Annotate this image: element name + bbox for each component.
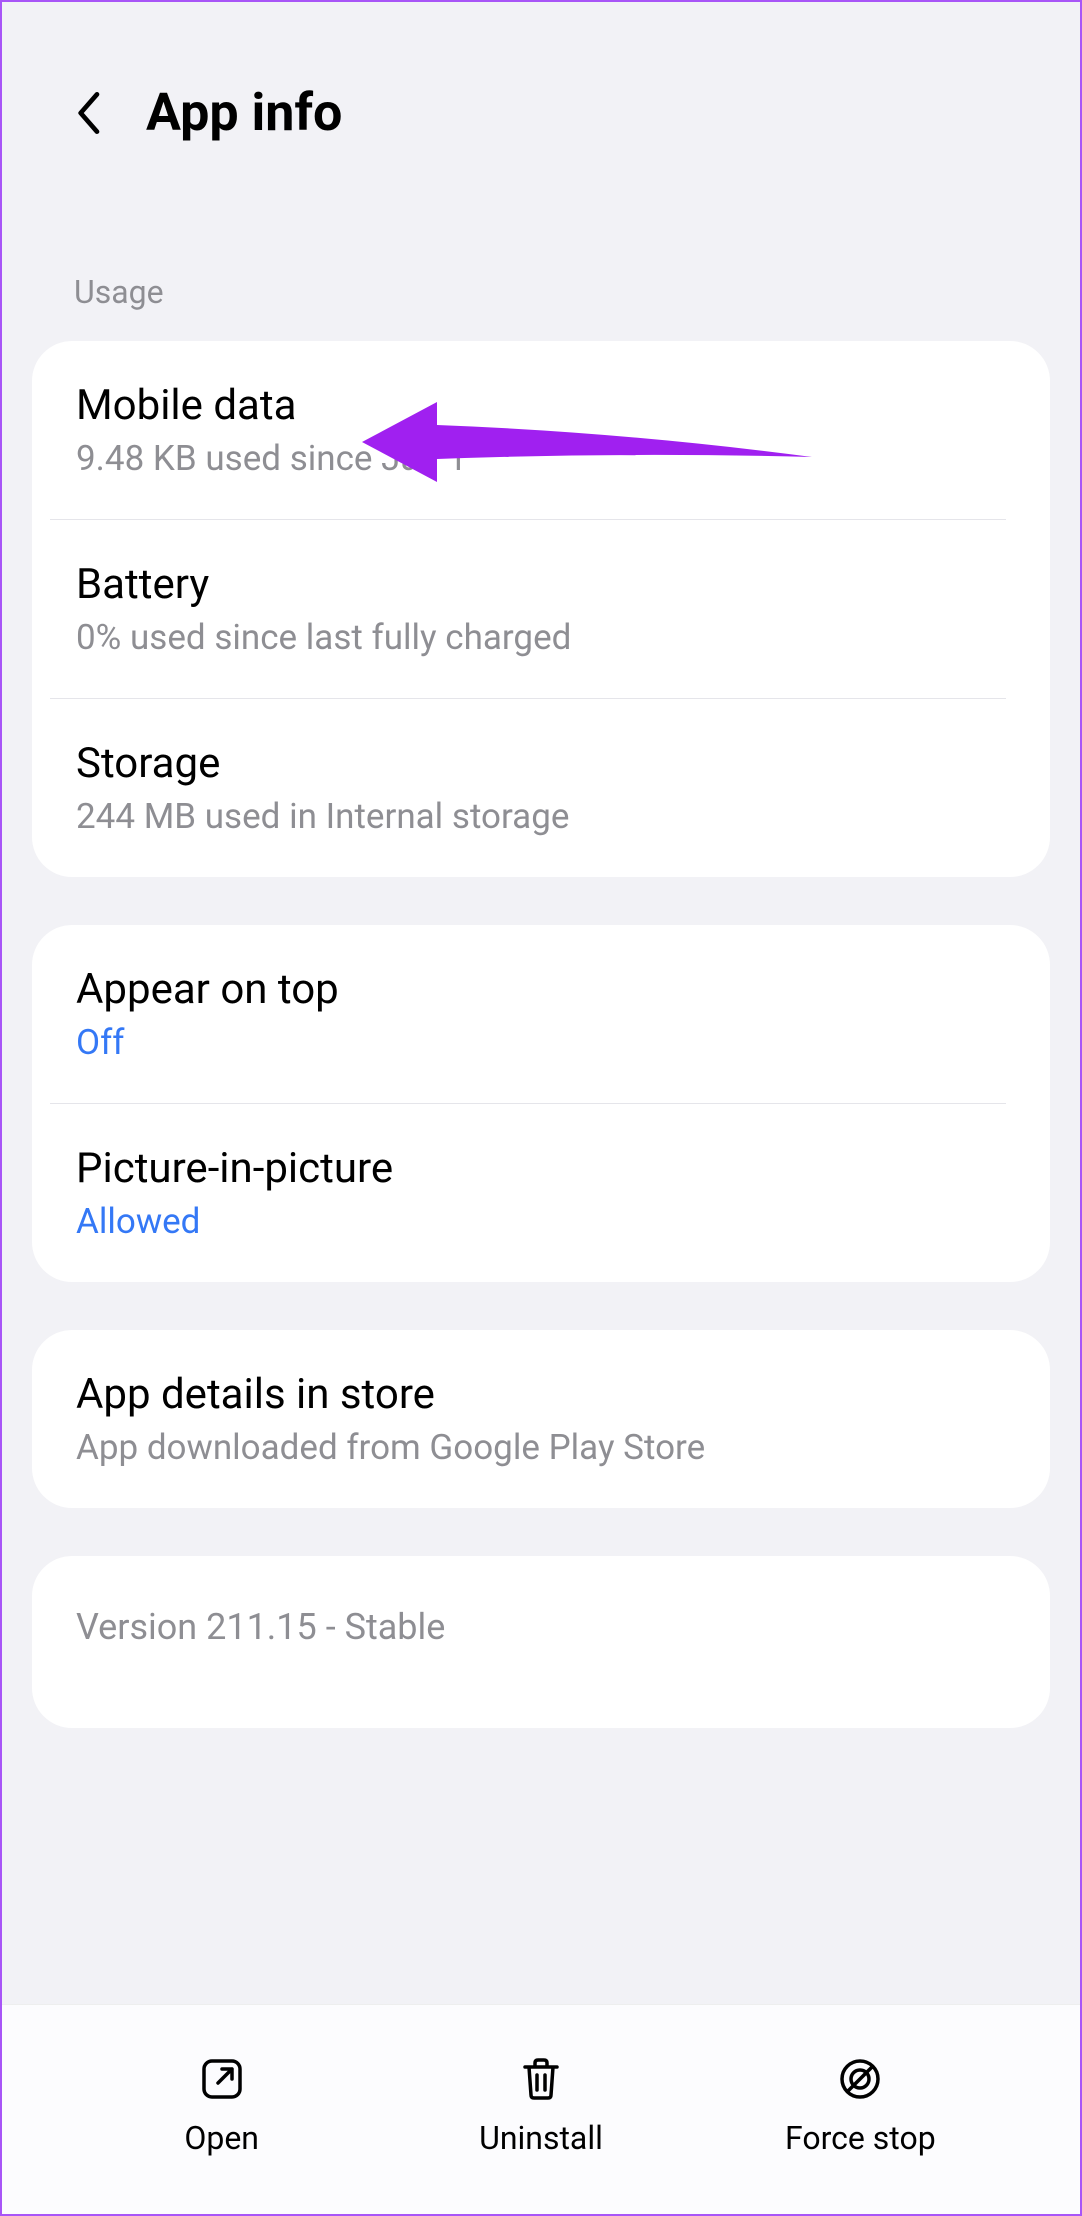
header: App info (2, 2, 1080, 183)
item-subtitle: 244 MB used in Internal storage (76, 796, 1006, 837)
version-text: Version 211.15 - Stable (76, 1606, 1006, 1648)
bottom-action-bar: Open Uninstall Force stop (2, 2004, 1080, 2214)
item-title: Battery (76, 560, 1006, 609)
store-card: App details in store App downloaded from… (32, 1330, 1050, 1508)
usage-card: Mobile data 9.48 KB used since Jan 1 Bat… (32, 341, 1050, 877)
app-details-store-item[interactable]: App details in store App downloaded from… (32, 1330, 1050, 1508)
section-label-usage: Usage (2, 183, 1080, 341)
item-status: Allowed (76, 1201, 1006, 1242)
appear-on-top-item[interactable]: Appear on top Off (32, 925, 1050, 1103)
item-title: Mobile data (76, 381, 1006, 430)
button-label: Force stop (785, 2119, 936, 2157)
trash-icon (515, 2053, 567, 2105)
item-title: App details in store (76, 1370, 1006, 1419)
uninstall-button[interactable]: Uninstall (451, 2053, 631, 2157)
battery-item[interactable]: Battery 0% used since last fully charged (32, 520, 1050, 698)
stop-icon (834, 2053, 886, 2105)
item-subtitle: 9.48 KB used since Jan 1 (76, 438, 1006, 479)
page-title: App info (146, 82, 342, 143)
storage-item[interactable]: Storage 244 MB used in Internal storage (32, 699, 1050, 877)
item-title: Appear on top (76, 965, 1006, 1014)
mobile-data-item[interactable]: Mobile data 9.48 KB used since Jan 1 (32, 341, 1050, 519)
back-button[interactable] (74, 89, 106, 137)
chevron-left-icon (76, 89, 104, 137)
item-title: Storage (76, 739, 1006, 788)
item-title: Picture-in-picture (76, 1144, 1006, 1193)
item-status: Off (76, 1022, 1006, 1063)
button-label: Open (184, 2119, 259, 2157)
button-label: Uninstall (479, 2119, 603, 2157)
permissions-card: Appear on top Off Picture-in-picture All… (32, 925, 1050, 1282)
item-subtitle: App downloaded from Google Play Store (76, 1427, 1006, 1468)
force-stop-button[interactable]: Force stop (770, 2053, 950, 2157)
open-icon (196, 2053, 248, 2105)
version-card: Version 211.15 - Stable (32, 1556, 1050, 1728)
open-button[interactable]: Open (132, 2053, 312, 2157)
picture-in-picture-item[interactable]: Picture-in-picture Allowed (32, 1104, 1050, 1282)
item-subtitle: 0% used since last fully charged (76, 617, 1006, 658)
